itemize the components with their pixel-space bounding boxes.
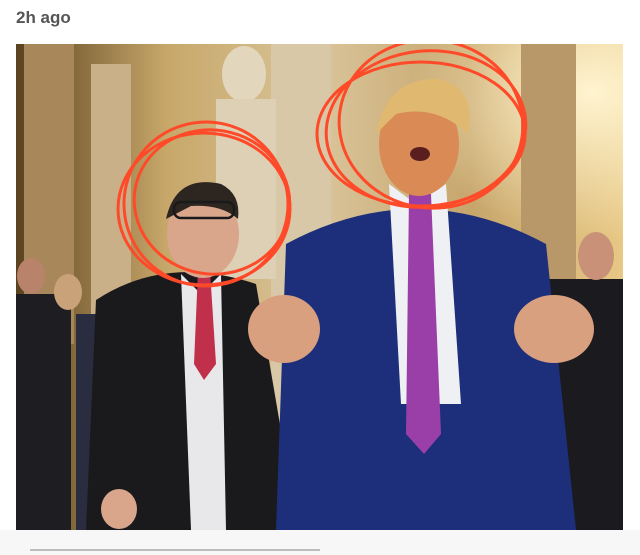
post-timestamp: 2h ago: [16, 8, 71, 27]
post-footer: [0, 530, 640, 555]
post-card: 2h ago: [0, 0, 640, 555]
progress-line: [30, 549, 320, 551]
photo-illustration: [16, 44, 623, 530]
post-photo[interactable]: [16, 44, 623, 530]
